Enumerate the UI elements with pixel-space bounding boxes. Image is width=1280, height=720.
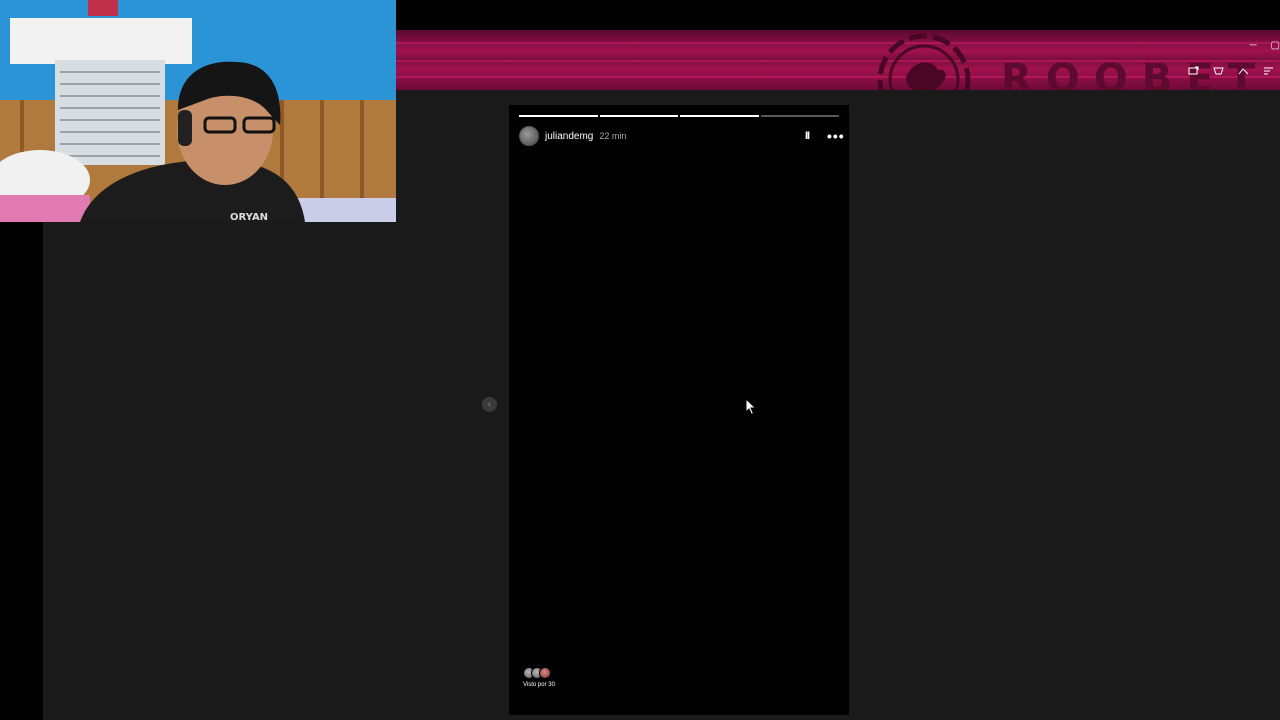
mouse-cursor-icon: [745, 398, 757, 416]
progress-segment: [599, 115, 678, 117]
progress-fill: [680, 115, 759, 117]
minimize-icon[interactable]: ─: [1249, 40, 1256, 51]
tray-icon-3[interactable]: [1238, 66, 1249, 76]
story-viewers[interactable]: Visto por 30: [523, 667, 555, 688]
previous-story-button[interactable]: ‹: [482, 397, 497, 412]
story-timestamp: 22 min: [599, 131, 627, 141]
progress-fill: [599, 115, 678, 117]
svg-text:ORYAN: ORYAN: [230, 212, 268, 222]
webcam-feed: ORYAN: [0, 0, 396, 222]
roobet-kangaroo-logo-icon: [877, 33, 971, 90]
progress-fill: [519, 115, 598, 117]
tray-icon-1[interactable]: [1188, 66, 1199, 76]
tray-icon-2[interactable]: [1213, 66, 1224, 76]
pause-icon[interactable]: II: [805, 125, 810, 147]
screen: ROOBET ─ ▢ ORYAN ‹ juliandemg 22 min II …: [0, 0, 1280, 720]
tray-icon-4[interactable]: [1263, 66, 1274, 76]
viewer-avatar: [539, 667, 551, 679]
roobet-banner: ROOBET ─ ▢: [396, 30, 1280, 90]
story-username[interactable]: juliandemg: [545, 131, 593, 142]
viewers-count-label: Visto por 30: [523, 682, 555, 688]
window-controls: ─ ▢: [1249, 40, 1280, 51]
progress-segment: [680, 115, 759, 117]
tray-icons: [1188, 66, 1274, 76]
restore-icon[interactable]: ▢: [1271, 40, 1280, 51]
left-edge-strip: [0, 222, 43, 720]
banner-stripe: [396, 42, 1280, 44]
webcam-image: ORYAN: [0, 0, 396, 222]
viewer-avatars: [523, 667, 555, 679]
progress-segment: [519, 115, 598, 117]
story-panel[interactable]: juliandemg 22 min II ••• Visto por 30: [509, 105, 849, 715]
story-progress-bar: [519, 115, 839, 117]
progress-segment: [760, 115, 839, 117]
avatar[interactable]: [519, 126, 539, 146]
more-options-icon[interactable]: •••: [827, 125, 845, 147]
story-header: juliandemg 22 min II •••: [519, 125, 844, 147]
